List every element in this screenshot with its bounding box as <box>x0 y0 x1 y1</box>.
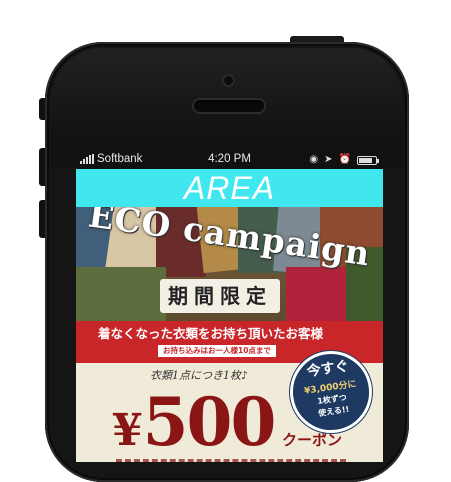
status-bar: Softbank 4:20 PM ◉ ➤ ⏰ <box>76 152 383 169</box>
price-yen-symbol: ¥ <box>112 405 143 456</box>
eco-campaign-banner[interactable]: ECO campaign 期間限定 着なくなった衣類をお持ち頂いたお客様 お持ち… <box>76 207 383 462</box>
coupon-price: ¥500 <box>112 383 277 461</box>
alarm-icon: ⏰ <box>338 154 351 165</box>
location-arrow-icon: ➤ <box>324 154 333 165</box>
lock-rotation-icon: ◉ <box>309 154 319 165</box>
price-amount: 500 <box>142 383 277 461</box>
status-icons: ◉ ➤ ⏰ <box>309 154 379 166</box>
next-row-peek <box>116 459 346 462</box>
earpiece-speaker <box>194 100 264 112</box>
per-item-note: 衣類1点につき1枚♪ <box>150 369 249 382</box>
phone-screen: Softbank 4:20 PM ◉ ➤ ⏰ AREA ECO campaign… <box>76 152 383 462</box>
limited-period-label: 期間限定 <box>160 279 280 313</box>
app-title-bar: AREA <box>76 169 383 207</box>
red-band-title: 着なくなった衣類をお持ち頂いたお客様 <box>97 326 323 341</box>
battery-icon <box>357 155 379 165</box>
front-camera <box>224 76 233 85</box>
red-band-subtitle: お持ち込みはお一人様10点まで <box>158 345 276 357</box>
